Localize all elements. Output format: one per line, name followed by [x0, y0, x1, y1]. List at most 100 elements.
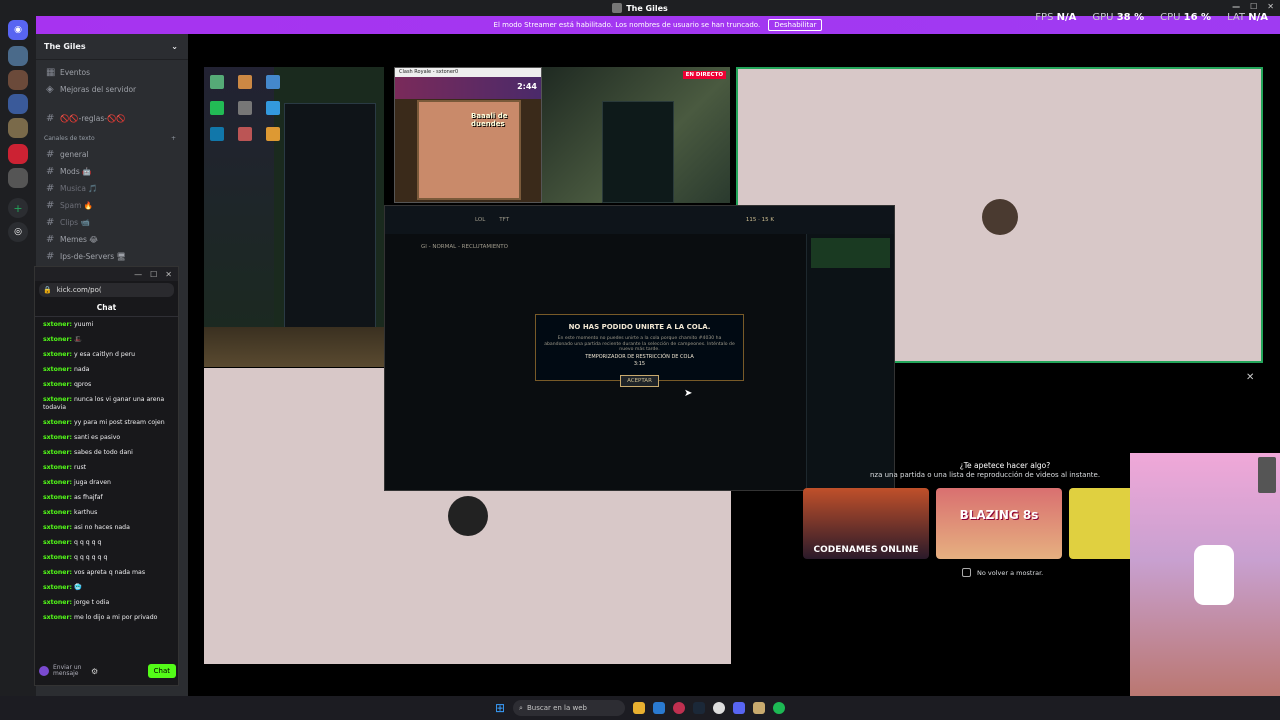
store-icon[interactable]	[653, 702, 666, 714]
channel-spam[interactable]: # Spam 🔥	[36, 197, 188, 214]
chat-username[interactable]: sxtoner:	[43, 366, 72, 373]
chat-username[interactable]: sxtoner:	[43, 584, 72, 591]
desktop-app-icon[interactable]	[210, 127, 224, 141]
close-icon[interactable]: ✕	[1267, 2, 1274, 11]
chat-message: sxtoner: q q q q q	[35, 535, 178, 550]
server-icon[interactable]	[8, 118, 28, 138]
chat-text: karthus	[73, 508, 98, 516]
channel-ips[interactable]: # Ips-de-Servers 🖥	[36, 248, 188, 265]
lol-tab-lol[interactable]: LOL	[475, 217, 485, 223]
activity-card-codenames[interactable]: CODENAMES ONLINE	[803, 488, 929, 559]
steam-icon[interactable]	[693, 702, 706, 714]
close-icon[interactable]: ✕	[165, 270, 172, 279]
chat-username[interactable]: sxtoner:	[43, 336, 72, 343]
desktop-app-icon[interactable]	[238, 101, 252, 115]
chat-username[interactable]: sxtoner:	[43, 321, 72, 328]
server-icon[interactable]	[8, 168, 28, 188]
chat-username[interactable]: sxtoner:	[43, 449, 72, 456]
chat-username[interactable]: sxtoner:	[43, 351, 72, 358]
chat-send-button[interactable]: Chat	[147, 664, 176, 678]
channel-memes[interactable]: # Memes 😂	[36, 231, 188, 248]
add-channel-icon[interactable]: +	[171, 135, 176, 142]
spotify-icon[interactable]	[773, 702, 786, 714]
chat-username[interactable]: sxtoner:	[43, 554, 72, 561]
channel-boosts[interactable]: ◈ Mejoras del servidor	[36, 81, 188, 98]
activity-subtitle: nza una partida o una lista de reproducc…	[870, 471, 1101, 479]
chrome-icon[interactable]	[713, 702, 726, 714]
user-icon[interactable]	[39, 666, 49, 676]
opera-icon[interactable]	[673, 702, 686, 714]
explore-icon[interactable]: ◎	[8, 222, 28, 242]
chat-username[interactable]: sxtoner:	[43, 539, 72, 546]
close-activity-icon[interactable]: ✕	[1246, 372, 1254, 383]
desktop-app-icon[interactable]	[238, 75, 252, 89]
checkbox[interactable]	[962, 568, 971, 577]
chat-username[interactable]: sxtoner:	[43, 524, 72, 531]
activity-card-partial[interactable]	[1069, 488, 1130, 559]
dont-show-again[interactable]: No volver a mostrar.	[962, 568, 1043, 577]
windows-start-icon[interactable]: ⊞	[495, 701, 505, 715]
channel-general[interactable]: # general	[36, 146, 188, 163]
channel-mods[interactable]: # Mods 🤖	[36, 163, 188, 180]
server-header[interactable]: The Giles ⌄	[36, 34, 188, 60]
perf-stat: CPU 16 %	[1160, 12, 1212, 23]
disable-streamer-button[interactable]: Deshabilitar	[768, 19, 823, 31]
settings-icon[interactable]: ⚙	[91, 667, 98, 676]
chat-message: sxtoner: vos apreta q nada mas	[35, 565, 178, 580]
chat-username[interactable]: sxtoner:	[43, 479, 72, 486]
chat-message: sxtoner: rust	[35, 460, 178, 475]
chat-username[interactable]: sxtoner:	[43, 599, 72, 606]
window-title: The Giles	[626, 3, 668, 13]
chat-text: q q q q q	[73, 538, 102, 546]
chat-address-bar[interactable]: 🔒 kick.com/po(	[39, 283, 174, 297]
chat-username[interactable]: sxtoner:	[43, 396, 72, 403]
discord-icon[interactable]	[733, 702, 746, 714]
chat-username[interactable]: sxtoner:	[43, 464, 72, 471]
server-icon[interactable]	[8, 144, 28, 164]
chat-username[interactable]: sxtoner:	[43, 509, 72, 516]
hash-icon: #	[46, 183, 55, 194]
chat-username[interactable]: sxtoner:	[43, 614, 72, 621]
file-explorer-icon[interactable]	[633, 702, 646, 714]
chat-username[interactable]: sxtoner:	[43, 381, 72, 388]
desktop-app-icon[interactable]	[238, 127, 252, 141]
boost-icon: ◈	[46, 84, 54, 95]
chat-username[interactable]: sxtoner:	[43, 569, 72, 576]
chat-username[interactable]: sxtoner:	[43, 494, 72, 501]
channel-music[interactable]: # Musica 🎵	[36, 180, 188, 197]
maximize-icon[interactable]: ☐	[150, 270, 157, 279]
desktop-app-icon[interactable]	[266, 101, 280, 115]
minimize-icon[interactable]: —	[1232, 2, 1240, 11]
channel-events[interactable]: ▦ Eventos	[36, 64, 188, 81]
screen-share-desktop[interactable]	[204, 67, 384, 367]
server-icon[interactable]	[8, 70, 28, 90]
desktop-app-icon[interactable]	[266, 127, 280, 141]
lol-currency: 115 · 15 K	[745, 217, 774, 223]
lol-tab-tft[interactable]: TFT	[499, 217, 509, 223]
channel-clips[interactable]: # Clips 📹	[36, 214, 188, 231]
chat-username[interactable]: sxtoner:	[43, 419, 72, 426]
taskbar-search[interactable]: ⌕ Buscar en la web	[513, 700, 626, 716]
stream-forest[interactable]: EN DIRECTO	[542, 67, 730, 203]
league-icon[interactable]	[753, 702, 766, 714]
server-icon[interactable]	[8, 46, 28, 66]
accept-button[interactable]: ACEPTAR	[620, 374, 659, 387]
chat-input[interactable]: Enviar un mensaje	[53, 665, 87, 677]
clash-royale-window[interactable]: Clash Royale - sxtoner0 2:44 Baaali de d…	[394, 67, 542, 203]
add-server-icon[interactable]: +	[8, 198, 28, 218]
server-icon[interactable]	[8, 94, 28, 114]
discord-home-icon[interactable]: ◉	[8, 20, 28, 40]
desktop-app-icon[interactable]	[210, 75, 224, 89]
maximize-icon[interactable]: ☐	[1250, 2, 1257, 11]
mobile-game-stream[interactable]	[1130, 453, 1280, 720]
desktop-app-icon[interactable]	[266, 75, 280, 89]
chat-message-list[interactable]: sxtoner: yuumi sxtoner: 🎩 sxtoner: y esa c…	[35, 317, 178, 625]
chat-username[interactable]: sxtoner:	[43, 434, 72, 441]
game-character	[1194, 545, 1234, 605]
channel-rules[interactable]: # 🚫🚫-reglas-🚫🚫	[36, 110, 188, 127]
category-header[interactable]: Canales de texto +	[36, 127, 188, 146]
dialog-body: En este momento no puedes unirte a la co…	[544, 336, 735, 352]
minimize-icon[interactable]: —	[134, 270, 142, 279]
activity-card-blazing[interactable]: BLAZING 8s	[936, 488, 1062, 559]
desktop-app-icon[interactable]	[210, 101, 224, 115]
